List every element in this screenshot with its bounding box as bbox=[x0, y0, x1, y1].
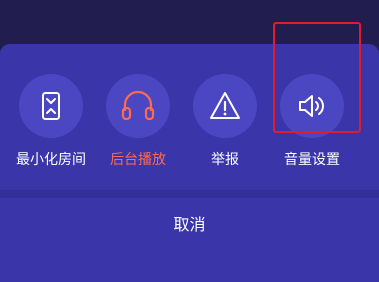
cancel-button[interactable]: 取消 bbox=[0, 198, 379, 282]
background-overlay bbox=[0, 0, 379, 50]
cancel-label: 取消 bbox=[173, 215, 206, 234]
volume-settings-label: 音量设置 bbox=[284, 152, 340, 168]
minimize-room-icon-circle bbox=[19, 74, 83, 138]
minimize-icon bbox=[42, 92, 60, 120]
minimize-room-button[interactable]: 最小化房间 bbox=[9, 74, 93, 174]
background-play-button[interactable]: 后台播放 bbox=[96, 74, 180, 174]
volume-icon bbox=[299, 95, 324, 117]
report-button[interactable]: 举报 bbox=[183, 74, 267, 174]
volume-settings-icon-circle bbox=[280, 74, 344, 138]
divider bbox=[0, 190, 379, 198]
headphones-icon bbox=[121, 90, 155, 121]
background-play-label: 后台播放 bbox=[110, 152, 166, 168]
warning-icon bbox=[210, 92, 240, 119]
report-icon-circle bbox=[193, 74, 257, 138]
volume-settings-button[interactable]: 音量设置 bbox=[270, 74, 354, 174]
background-play-icon-circle bbox=[106, 74, 170, 138]
action-row: 最小化房间 后台播放 举报 音量设置 bbox=[0, 44, 379, 184]
report-label: 举报 bbox=[211, 152, 239, 168]
minimize-room-label: 最小化房间 bbox=[16, 152, 86, 168]
action-sheet: 最小化房间 后台播放 举报 音量设置 取消 bbox=[0, 44, 379, 282]
